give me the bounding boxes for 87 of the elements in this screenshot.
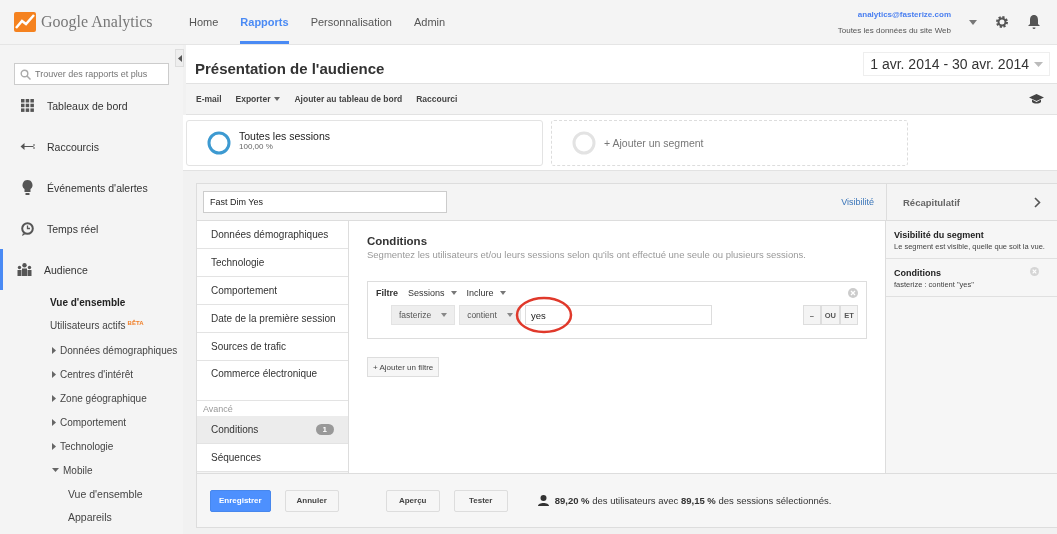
caret-icon — [441, 313, 448, 317]
page-title: Présentation de l'audience — [195, 59, 385, 77]
category-tab[interactable]: Séquences — [197, 444, 348, 472]
sidebar-subitem[interactable]: Technologie — [0, 434, 183, 458]
graduation-cap-icon[interactable] — [1029, 94, 1044, 104]
add-segment-card[interactable]: + Ajouter un segment — [551, 120, 908, 166]
nav-tab[interactable]: Admin — [413, 0, 446, 44]
grid-icon — [20, 99, 35, 112]
property-name[interactable]: Toutes les données du site Web — [837, 25, 951, 35]
clock-icon — [20, 221, 35, 236]
caret-icon — [1034, 61, 1043, 67]
add-filter-button[interactable]: + Ajouter un filtre — [367, 357, 440, 377]
toolbar-button[interactable]: Ajouter au tableau de bord — [294, 94, 403, 104]
logo-icon — [14, 12, 36, 32]
section-description: Segmentez les utilisateurs et/ou leurs sessions selon qu'ils ont effectué une seule ou plusieurs sessions. — [367, 249, 807, 260]
date-range-picker[interactable]: 1 avr. 2014 - 30 avr. 2014 — [863, 52, 1050, 76]
triangle-icon — [52, 346, 56, 354]
segment-name-field[interactable]: Fast Dim Yes — [203, 191, 447, 213]
triangle-icon — [52, 468, 59, 472]
nav-tab[interactable]: Personnalisation — [310, 0, 392, 44]
sidebar-item[interactable]: Raccourcis — [0, 126, 183, 167]
segment-card[interactable]: Toutes les sessions 100,00 % — [186, 120, 543, 166]
sidebar-item[interactable]: Tableaux de bord — [0, 85, 183, 126]
category-tab[interactable]: Comportement — [197, 277, 348, 305]
add-segment-label: + Ajouter un segment — [604, 137, 704, 149]
caret-icon — [506, 313, 513, 317]
section-heading: Avancé — [197, 401, 348, 416]
sidebar-subitem[interactable]: Utilisateurs actifs $^{BÊTA}$ — [0, 314, 183, 338]
sidebar-subitem[interactable]: Comportement — [0, 410, 183, 434]
sidebar-subitem[interactable]: Vue d'ensemble — [0, 482, 183, 505]
segment-name: Toutes les sessions — [239, 129, 331, 142]
sidebar-subitem[interactable]: Vue d'ensemble — [0, 290, 183, 314]
toolbar-button[interactable]: Raccourci — [416, 94, 458, 104]
category-tab[interactable]: Données démographiques — [197, 221, 348, 249]
arrow-icon — [20, 143, 35, 150]
caret-icon[interactable] — [969, 19, 977, 25]
triangle-icon — [52, 442, 56, 450]
product-name: Google Analytics — [41, 13, 153, 31]
footer-button[interactable]: Tester — [453, 489, 508, 512]
segment-share: 100,00 % — [239, 141, 274, 151]
visibility-link[interactable]: Visibilité — [841, 197, 874, 207]
dimension-dropdown[interactable]: fasterize — [391, 305, 456, 325]
sidebar-subitem[interactable]: Appareils — [0, 505, 183, 528]
summary-title: Visibilité du segment — [894, 230, 984, 240]
category-tab[interactable]: Date de la première session — [197, 305, 348, 333]
category-tab[interactable]: Conditions 1 — [197, 416, 348, 444]
people-icon — [17, 263, 32, 276]
triangle-icon — [52, 418, 56, 426]
sidebar-subitem[interactable]: Centres d'intérêt — [0, 362, 183, 386]
toolbar-button[interactable]: Exporter — [235, 94, 281, 104]
sidebar-item[interactable]: Événements d'alertes — [0, 167, 183, 208]
toolbar-button[interactable]: E-mail — [196, 94, 222, 104]
sidebar-subitem[interactable]: Zone géographique — [0, 386, 183, 410]
sidebar-item[interactable]: Temps réel — [0, 208, 183, 249]
filter-label: Filtre — [376, 288, 398, 298]
bulb-icon — [20, 180, 35, 195]
footer-button[interactable]: Annuler — [284, 489, 339, 512]
category-tab[interactable]: Sources de trafic — [197, 333, 348, 361]
account-email[interactable]: analytics@fasterize.com — [857, 9, 951, 19]
search-icon — [20, 69, 31, 80]
summary-title: Conditions — [894, 268, 941, 278]
chevron-right-icon — [1034, 196, 1041, 208]
mode-dropdown[interactable]: Inclure — [466, 288, 506, 298]
ring-icon — [572, 131, 596, 155]
settings-icon[interactable] — [995, 15, 1009, 29]
section-title: Conditions — [367, 235, 429, 247]
operator-dropdown[interactable]: contient — [459, 305, 521, 325]
category-tab[interactable]: Commerce électronique — [197, 361, 348, 401]
footer-button[interactable]: Aperçu — [385, 489, 440, 512]
person-icon — [537, 495, 549, 506]
search-field[interactable]: Trouver des rapports et plus — [14, 63, 169, 85]
sidebar-subitem[interactable]: Mobile — [0, 458, 183, 482]
summary-header[interactable]: Récapitulatif — [886, 184, 1057, 220]
scope-dropdown[interactable]: Sessions — [408, 288, 457, 298]
value-field[interactable]: yes — [524, 305, 712, 325]
caret-icon — [499, 291, 506, 295]
triangle-icon — [52, 394, 56, 402]
triangle-icon — [177, 54, 182, 62]
bell-icon[interactable] — [1027, 14, 1041, 30]
ring-icon — [207, 131, 231, 155]
caret-icon — [450, 291, 457, 295]
category-tab[interactable]: Technologie — [197, 249, 348, 277]
collapse-button[interactable] — [175, 49, 184, 67]
triangle-icon — [52, 370, 56, 378]
selection-stats: 89,20 % des utilisateurs avec 89,15 % des sessions sélectionnés. — [554, 495, 832, 506]
nav-tab[interactable]: Home — [189, 0, 219, 44]
sidebar-subitem[interactable]: Données démographiques — [0, 338, 183, 362]
